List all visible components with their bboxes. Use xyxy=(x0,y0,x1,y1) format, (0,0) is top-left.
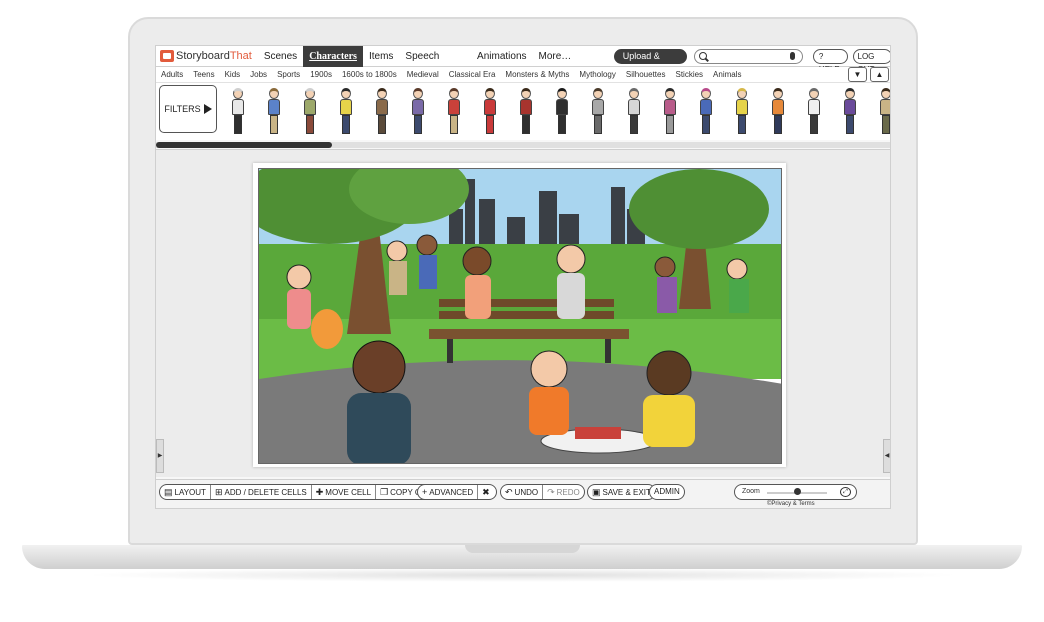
category-tabs: Adults Teens Kids Jobs Sports 1900s 1600… xyxy=(156,67,890,83)
top-nav: StoryboardThat Scenes Characters Items S… xyxy=(156,46,890,83)
character-strip: FILTERS xyxy=(156,83,890,140)
character-thumbnail[interactable] xyxy=(447,88,461,136)
category-mythology[interactable]: Mythology xyxy=(574,70,620,79)
layout-button[interactable]: ▤ LAYOUT xyxy=(160,485,211,499)
nav-scenes[interactable]: Scenes xyxy=(258,46,303,67)
category-teens[interactable]: Teens xyxy=(188,70,219,79)
microphone-icon[interactable] xyxy=(789,51,795,60)
character-scrollbar[interactable] xyxy=(156,142,890,148)
add-delete-cells-button[interactable]: ⊞ ADD / DELETE CELLS xyxy=(211,485,312,499)
filters-button[interactable]: FILTERS xyxy=(159,85,217,133)
fullscreen-icon[interactable]: ⤢ xyxy=(840,487,851,497)
category-kids[interactable]: Kids xyxy=(220,70,246,79)
canvas-area: ▶ ◀ xyxy=(156,149,890,477)
character-thumbnail[interactable] xyxy=(303,88,317,136)
character-thumbnail[interactable] xyxy=(663,88,677,136)
scroll-down-button[interactable]: ▼ xyxy=(848,67,867,82)
category-silhouettes[interactable]: Silhouettes xyxy=(621,70,671,79)
park-scene[interactable] xyxy=(258,168,782,464)
save-icon: ▣ xyxy=(592,487,601,497)
character-thumbnail[interactable] xyxy=(807,88,821,136)
undo-button[interactable]: ↶ UNDO xyxy=(501,485,544,499)
nav-speech-bubbles[interactable]: Speech Bubbles xyxy=(399,46,471,83)
logout-button[interactable]: LOG OUT xyxy=(852,48,890,74)
advanced-group: + ADVANCED ✖ xyxy=(417,484,497,500)
character-thumbnail[interactable] xyxy=(483,88,497,136)
help-button[interactable]: ? HELP xyxy=(812,48,848,74)
category-classical-era[interactable]: Classical Era xyxy=(444,70,501,79)
plus-icon: + xyxy=(422,487,428,497)
move-icon: ✚ xyxy=(315,487,324,497)
nav-animations[interactable]: Animations xyxy=(471,46,532,67)
character-thumbnail[interactable] xyxy=(375,88,389,136)
search-box xyxy=(694,48,808,64)
save-exit-button[interactable]: ▣ SAVE & EXIT xyxy=(588,485,655,499)
zoom-slider-thumb[interactable] xyxy=(793,488,801,495)
admin-button[interactable]: ADMIN xyxy=(650,485,684,499)
character-thumbnail[interactable] xyxy=(627,88,641,136)
app-screen: StoryboardThat Scenes Characters Items S… xyxy=(155,45,891,509)
character-thumbnail[interactable] xyxy=(699,88,713,136)
zoom-control: Zoom ⤢ xyxy=(734,484,857,500)
character-thumbnail[interactable] xyxy=(771,88,785,136)
category-stickies[interactable]: Stickies xyxy=(670,70,708,79)
copy-icon: ❐ xyxy=(380,487,389,497)
tools-icon: ✖ xyxy=(482,487,490,497)
filters-label: FILTERS xyxy=(164,104,201,114)
move-cell-button[interactable]: ✚ MOVE CELL xyxy=(312,485,377,499)
admin-group: ADMIN xyxy=(649,484,685,500)
nav-items[interactable]: Items xyxy=(363,46,399,67)
logo-text: StoryboardThat xyxy=(176,50,252,62)
category-jobs[interactable]: Jobs xyxy=(245,70,272,79)
character-thumbnail[interactable] xyxy=(339,88,353,136)
category-adults[interactable]: Adults xyxy=(156,70,188,79)
character-thumbnail[interactable] xyxy=(735,88,749,136)
right-panel-toggle[interactable]: ◀ xyxy=(883,439,890,473)
category-1600s-to-1800s[interactable]: 1600s to 1800s xyxy=(337,70,402,79)
save-group: ▣ SAVE & EXIT xyxy=(587,484,656,500)
character-thumbnail[interactable] xyxy=(555,88,569,136)
category-sports[interactable]: Sports xyxy=(272,70,305,79)
scene-artwork xyxy=(259,169,781,463)
nav-characters[interactable]: Characters xyxy=(303,46,363,67)
character-thumbnail[interactable] xyxy=(411,88,425,136)
category-medieval[interactable]: Medieval xyxy=(402,70,444,79)
character-thumbnail[interactable] xyxy=(519,88,533,136)
character-thumbnail[interactable] xyxy=(231,88,245,136)
logo[interactable]: StoryboardThat xyxy=(160,50,252,62)
character-thumbnail[interactable] xyxy=(267,88,281,136)
upload-embed-button[interactable]: Upload & Embed xyxy=(613,48,688,76)
category-1900s[interactable]: 1900s xyxy=(305,70,337,79)
path xyxy=(259,360,781,463)
left-panel-toggle[interactable]: ▶ xyxy=(156,439,164,473)
laptop-notch xyxy=(465,545,580,553)
privacy-terms-link[interactable]: ©Privacy & Terms xyxy=(767,501,815,507)
character-thumbnail[interactable] xyxy=(843,88,857,136)
storyboard-cell[interactable] xyxy=(253,163,786,467)
undo-icon: ↶ xyxy=(505,487,513,497)
zoom-label: Zoom xyxy=(742,488,760,495)
character-thumbnail[interactable] xyxy=(591,88,605,136)
scrollbar-thumb[interactable] xyxy=(156,142,332,148)
category-monsters-myths[interactable]: Monsters & Myths xyxy=(500,70,574,79)
redo-button[interactable]: ↷ REDO xyxy=(543,485,584,499)
category-animals[interactable]: Animals xyxy=(708,70,746,79)
redo-icon: ↷ xyxy=(547,487,555,497)
laptop-shadow xyxy=(80,568,964,582)
layout-icon: ▤ xyxy=(164,487,173,497)
nav-more[interactable]: More… ▾ xyxy=(533,46,578,83)
play-icon xyxy=(203,104,212,114)
character-thumbnail[interactable] xyxy=(879,88,890,136)
tools-button[interactable]: ✖ xyxy=(478,485,496,499)
cell-tools-group: ▤ LAYOUT ⊞ ADD / DELETE CELLS ✚ MOVE CELL ❐… xyxy=(159,484,440,500)
bottom-toolbar: ▤ LAYOUT ⊞ ADD / DELETE CELLS ✚ MOVE CELL ❐… xyxy=(156,479,890,508)
advanced-button[interactable]: + ADVANCED xyxy=(418,485,479,499)
search-icon xyxy=(699,51,708,60)
logo-icon xyxy=(160,50,174,62)
history-group: ↶ UNDO ↷ REDO xyxy=(500,484,585,500)
grid-icon: ⊞ xyxy=(214,487,223,497)
scroll-up-button[interactable]: ▲ xyxy=(870,67,889,82)
